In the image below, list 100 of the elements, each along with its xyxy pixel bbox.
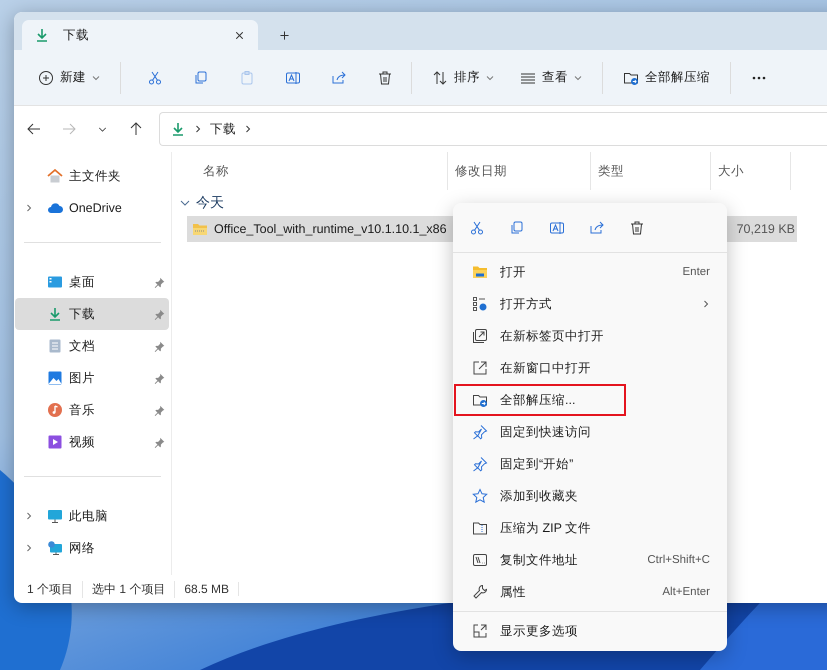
tab[interactable]: 下载 — [22, 20, 258, 50]
chevron-right-icon — [194, 125, 202, 133]
scissors-icon[interactable] — [469, 220, 485, 236]
menu-item[interactable]: 固定到快速访问 — [454, 416, 726, 448]
sidebar-item[interactable]: 主文件夹 — [15, 160, 169, 192]
zip-folder-icon — [472, 520, 488, 536]
menu-item[interactable]: 复制文件地址 Ctrl+Shift+C — [454, 544, 726, 576]
view-button[interactable]: 查看 — [512, 63, 590, 92]
pin-icon[interactable] — [154, 308, 165, 320]
status-text: 1 个项目 — [27, 580, 84, 598]
breadcrumb-item[interactable]: 下载 — [210, 120, 236, 138]
sidebar-item[interactable]: 音乐 — [15, 394, 169, 426]
sidebar-item[interactable]: 网络 — [15, 532, 169, 564]
back-icon[interactable] — [26, 121, 42, 137]
pin-icon[interactable] — [154, 404, 165, 416]
sort-button[interactable]: 排序 — [424, 63, 502, 92]
expand-chevron-icon[interactable] — [25, 204, 33, 212]
menu-item-label: 固定到快速访问 — [500, 424, 592, 440]
folder-extract-icon — [472, 392, 488, 408]
status-text: 68.5 MB — [184, 582, 240, 596]
sidebar-item[interactable]: 文档 — [15, 330, 169, 362]
menu-item[interactable]: 打开方式 — [454, 288, 726, 320]
shortcut-text: Ctrl+Shift+C — [647, 554, 710, 566]
rename-icon — [285, 70, 301, 86]
menu-item-label: 打开 — [500, 264, 527, 280]
download-icon — [34, 27, 50, 43]
new-tab-icon[interactable] — [278, 29, 291, 42]
sidebar-item[interactable]: 此电脑 — [15, 500, 169, 532]
menu-item-label: 添加到收藏夹 — [500, 488, 579, 504]
menu-item[interactable]: 固定到“开始” — [454, 448, 726, 480]
monitor-icon — [47, 274, 63, 290]
plus-circle-icon — [38, 70, 54, 86]
download-icon — [47, 306, 63, 322]
collapse-chevron-icon[interactable] — [180, 198, 190, 208]
pin-icon[interactable] — [154, 276, 165, 288]
caret-icon — [574, 74, 582, 82]
sidebar-label: 下载 — [69, 306, 96, 322]
external-window-icon — [472, 360, 488, 376]
status-text: 选中 1 个项目 — [92, 580, 176, 598]
address-bar[interactable]: 下载 — [159, 112, 827, 146]
chevron-right-icon[interactable] — [244, 125, 252, 133]
column-header[interactable]: 大小 — [711, 152, 791, 190]
download-icon — [170, 121, 186, 137]
sidebar-item[interactable]: 下载 — [15, 298, 169, 330]
zip-folder-icon — [192, 221, 208, 237]
column-header[interactable]: 类型 — [591, 152, 711, 190]
house-icon — [47, 168, 63, 184]
menu-item[interactable]: 全部解压缩... — [454, 384, 626, 416]
caret-icon — [92, 74, 100, 82]
sidebar-item[interactable]: OneDrive — [15, 192, 169, 224]
copy-icon[interactable] — [509, 220, 525, 236]
pin-icon — [472, 456, 488, 472]
sidebar-label: 此电脑 — [69, 508, 109, 524]
wrench-icon — [472, 584, 488, 600]
menu-item-label: 复制文件地址 — [500, 552, 579, 568]
clipboard-icon — [239, 70, 255, 86]
new-button[interactable]: 新建 — [30, 63, 108, 92]
expand-chevron-icon[interactable] — [25, 512, 33, 520]
sidebar-label: 图片 — [69, 370, 96, 386]
scissors-icon — [147, 70, 163, 86]
copy-icon — [193, 70, 209, 86]
menu-item-label: 在新标签页中打开 — [500, 328, 605, 344]
menu-item[interactable]: 在新标签页中打开 — [454, 320, 726, 352]
trash-icon[interactable] — [629, 220, 645, 236]
share-icon — [331, 70, 347, 86]
picture-icon — [47, 370, 63, 386]
menu-item-label: 压缩为 ZIP 文件 — [500, 520, 592, 536]
sidebar-label: OneDrive — [69, 201, 123, 215]
pin-icon[interactable] — [154, 436, 165, 448]
menu-item[interactable]: 添加到收藏夹 — [454, 480, 726, 512]
menu-item[interactable]: 属性 Alt+Enter — [454, 576, 726, 608]
pin-icon[interactable] — [154, 372, 165, 384]
menu-item[interactable]: 在新窗口中打开 — [454, 352, 726, 384]
sidebar-label: 音乐 — [69, 402, 96, 418]
pin-icon — [472, 424, 488, 440]
menu-item[interactable]: 压缩为 ZIP 文件 — [454, 512, 726, 544]
more-options-icon — [472, 623, 488, 639]
rename-icon[interactable] — [549, 220, 565, 236]
sidebar-label: 桌面 — [69, 274, 96, 290]
column-header[interactable]: 名称 — [172, 152, 448, 190]
column-header[interactable]: 修改日期 — [448, 152, 591, 190]
sidebar-item[interactable]: 桌面 — [15, 266, 169, 298]
star-icon — [472, 488, 488, 504]
expand-chevron-icon[interactable] — [25, 544, 33, 552]
up-icon[interactable] — [128, 121, 144, 137]
shortcut-text: Enter — [682, 266, 710, 278]
sidebar-item[interactable]: 视频 — [15, 426, 169, 458]
pin-icon[interactable] — [154, 340, 165, 352]
sidebar-label: 网络 — [69, 540, 96, 556]
file-name: Office_Tool_with_runtime_v10.1.10.1_x86 — [214, 222, 447, 236]
chevron-right-icon — [702, 300, 710, 308]
extract-all-button[interactable]: 全部解压缩 — [615, 63, 718, 92]
sidebar-label: 文档 — [69, 338, 96, 354]
menu-item[interactable]: 打开 Enter — [454, 256, 726, 288]
new-tab-icon — [472, 328, 488, 344]
menu-item[interactable]: 显示更多选项 — [454, 615, 726, 647]
sidebar-item[interactable]: 图片 — [15, 362, 169, 394]
film-icon — [47, 434, 63, 450]
network-icon — [47, 540, 63, 556]
share-icon[interactable] — [589, 220, 605, 236]
